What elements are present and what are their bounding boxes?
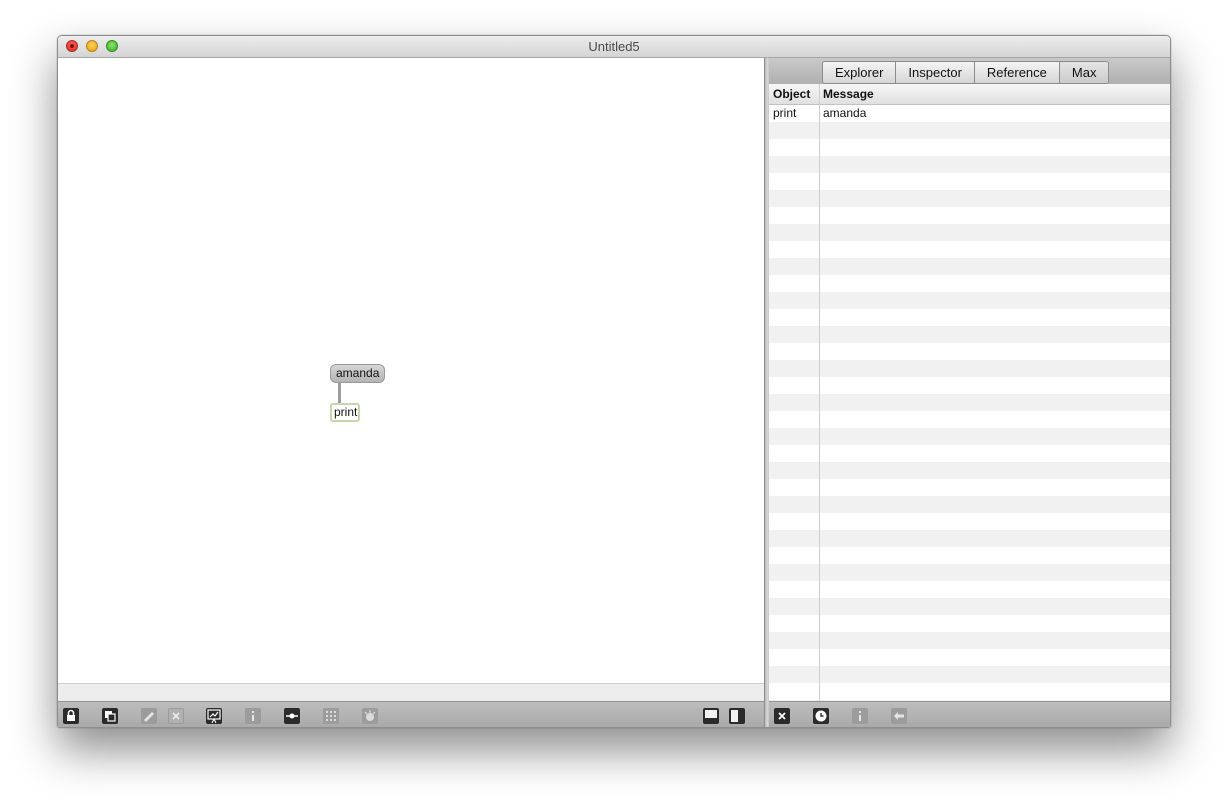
horizontal-scrollbar[interactable] <box>58 683 764 702</box>
info-icon[interactable] <box>245 708 261 724</box>
snap-icon[interactable] <box>362 708 378 724</box>
sidebar-tab-bar: Explorer Inspector Reference Max <box>769 58 1170 85</box>
info-icon[interactable] <box>852 708 868 724</box>
column-header-object[interactable]: Object <box>773 87 810 101</box>
sidebar: Explorer Inspector Reference Max Object … <box>769 58 1170 727</box>
back-icon[interactable] <box>891 708 907 724</box>
row-object: print <box>773 106 797 120</box>
message-box[interactable]: amanda <box>330 364 386 383</box>
copy-icon[interactable] <box>102 708 118 724</box>
window-title: Untitled5 <box>588 39 640 54</box>
presentation-icon[interactable] <box>206 708 222 724</box>
patch-cord-icon[interactable] <box>284 708 300 724</box>
grid-icon[interactable] <box>323 708 339 724</box>
bottom-pane-icon[interactable] <box>703 708 719 724</box>
sidebar-tabs: Explorer Inspector Reference Max <box>822 61 1110 84</box>
patcher-toolbar <box>58 701 764 727</box>
table-row[interactable]: print amanda <box>769 105 1170 122</box>
patch-cord[interactable] <box>338 382 341 404</box>
column-header-message[interactable]: Message <box>823 87 874 101</box>
patcher-window: Untitled5 amanda print Explorer Inspecto… <box>57 35 1171 728</box>
sidebar-toolbar <box>769 701 1170 727</box>
title-bar[interactable]: Untitled5 <box>58 36 1170 58</box>
console-table-header: Object Message <box>769 84 1170 105</box>
delete-icon[interactable] <box>168 708 184 724</box>
tab-inspector[interactable]: Inspector <box>896 62 975 83</box>
console-rows[interactable]: print amanda <box>769 105 1170 701</box>
lock-icon[interactable] <box>63 708 79 724</box>
tab-explorer[interactable]: Explorer <box>823 62 897 83</box>
tab-reference[interactable]: Reference <box>975 62 1060 83</box>
print-object[interactable]: print <box>330 403 360 422</box>
patcher-canvas[interactable]: amanda print <box>58 58 764 683</box>
side-pane-icon[interactable] <box>729 708 745 724</box>
edit-icon[interactable] <box>141 708 157 724</box>
column-divider <box>819 84 820 701</box>
tab-max[interactable]: Max <box>1059 62 1109 83</box>
clock-icon[interactable] <box>813 708 829 724</box>
row-message: amanda <box>823 106 867 120</box>
clear-icon[interactable] <box>774 708 790 724</box>
